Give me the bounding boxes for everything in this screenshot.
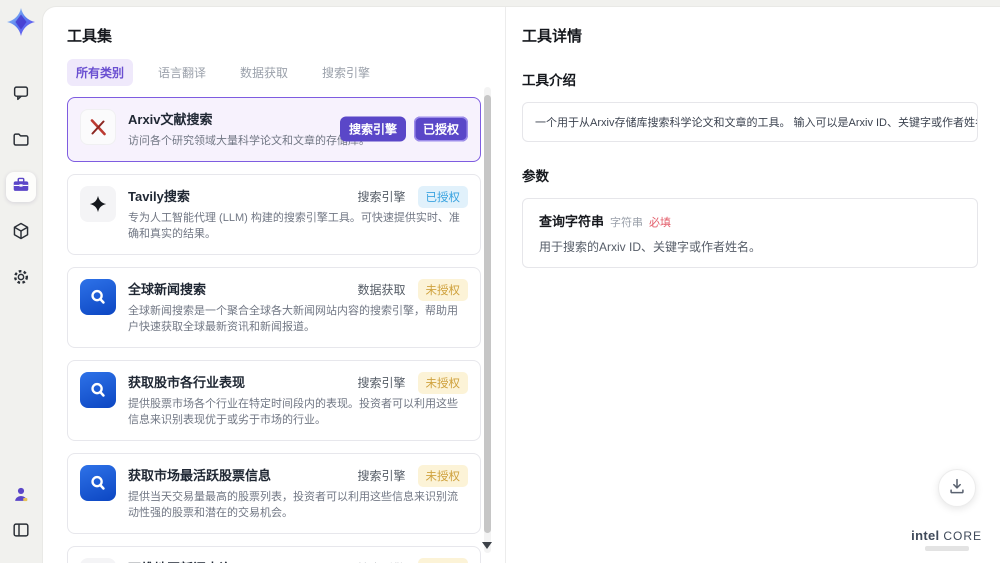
category-label: 搜索引擎 bbox=[357, 376, 406, 390]
scrollbar-track[interactable] bbox=[484, 87, 491, 553]
toolbox-icon bbox=[11, 175, 31, 200]
category-tabs: 所有类别 语言翻译 数据获取 搜索引擎 bbox=[67, 59, 505, 86]
user-icon bbox=[11, 484, 31, 509]
sparkle-icon bbox=[80, 185, 116, 222]
search-blue-icon bbox=[80, 371, 116, 408]
tool-meta: 数据获取 未授权 bbox=[357, 278, 468, 301]
brand-intel: intel bbox=[911, 528, 940, 543]
param-name: 查询字符串 bbox=[539, 214, 605, 229]
tool-card-sector-performance[interactable]: 获取股市各行业表现 提供股票市场各个行业在特定时间段内的表现。投资者可以利用这些… bbox=[67, 359, 481, 441]
status-badge: 未授权 bbox=[417, 371, 468, 394]
page-title: 工具集 bbox=[67, 28, 113, 45]
tool-description: 提供当天交易量最高的股票列表，投资者可以利用这些信息来识别流动性强的股票和潜在的… bbox=[128, 490, 458, 520]
download-button[interactable] bbox=[938, 469, 976, 507]
sidebar-item-packages[interactable] bbox=[6, 218, 36, 248]
param-card: 查询字符串 字符串 必填 用于搜索的Arxiv ID、关键字或作者姓名。 bbox=[522, 198, 978, 268]
category-label: 搜索引擎 bbox=[357, 190, 406, 204]
tab-all-categories[interactable]: 所有类别 bbox=[67, 59, 134, 86]
brand-core: CORE bbox=[943, 529, 982, 543]
tab-language-translation[interactable]: 语言翻译 bbox=[149, 59, 215, 86]
chat-icon bbox=[11, 83, 31, 108]
intel-core-logo: intel CORE bbox=[911, 528, 982, 551]
tool-description: 专为人工智能代理 (LLM) 构建的搜索引擎工具。可快速提供实时、准确和真实的结… bbox=[128, 211, 460, 241]
tool-card-arxiv[interactable]: Arxiv文献搜索 访问各个研究领域大量科学论文和文章的存储库。 搜索引擎 已授… bbox=[67, 97, 481, 162]
download-icon bbox=[947, 476, 967, 501]
tool-card-regional-news[interactable]: 万维地区新闻查询 查询具体行政区划内的新闻，快速了解各地新闻动 搜索引擎 未授权 bbox=[67, 545, 481, 563]
tool-meta: 搜索引擎 未授权 bbox=[357, 464, 468, 487]
status-badge: 已授权 bbox=[413, 116, 468, 142]
status-badge: 已授权 bbox=[417, 185, 468, 208]
tool-card-global-news[interactable]: 全球新闻搜索 全球新闻搜索是一个聚合全球各大新闻网站内容的搜索引擎，帮助用户快速… bbox=[67, 266, 481, 348]
tool-description: 提供股票市场各个行业在特定时间段内的表现。投资者可以利用这些信息来识别表现优于或… bbox=[128, 397, 458, 427]
scroll-down-arrow-icon[interactable] bbox=[482, 542, 492, 549]
category-badge: 搜索引擎 bbox=[339, 116, 406, 142]
sidebar-item-account[interactable] bbox=[6, 481, 36, 511]
param-required-label: 必填 bbox=[649, 217, 672, 229]
tool-card-active-stocks[interactable]: 获取市场最活跃股票信息 提供当天交易量最高的股票列表，投资者可以利用这些信息来识… bbox=[67, 452, 481, 534]
search-blue-icon bbox=[80, 278, 116, 315]
status-badge: 未授权 bbox=[417, 464, 468, 487]
tool-detail-pane: 工具详情 工具介绍 一个用于从Arxiv存储库搜索科学论文和文章的工具。 输入可… bbox=[505, 7, 1000, 563]
app-logo bbox=[7, 8, 35, 36]
tool-list: Arxiv文献搜索 访问各个研究领域大量科学论文和文章的存储库。 搜索引擎 已授… bbox=[67, 97, 481, 563]
tool-meta: 搜索引擎 已授权 bbox=[339, 116, 468, 142]
tool-meta: 搜索引擎 已授权 bbox=[357, 185, 468, 208]
gear-icon bbox=[11, 267, 31, 292]
category-label: 数据获取 bbox=[357, 283, 406, 297]
tool-meta: 搜索引擎 未授权 bbox=[357, 371, 468, 394]
category-label: 搜索引擎 bbox=[357, 469, 406, 483]
tool-card-tavily[interactable]: Tavily搜索 专为人工智能代理 (LLM) 构建的搜索引擎工具。可快速提供实… bbox=[67, 173, 481, 255]
tool-meta: 搜索引擎 未授权 bbox=[357, 557, 468, 563]
tool-list-pane: 工具集 所有类别 语言翻译 数据获取 搜索引擎 Arxiv文献搜索 访问各个研究… bbox=[43, 7, 505, 563]
tool-description: 全球新闻搜索是一个聚合全球各大新闻网站内容的搜索引擎，帮助用户快速获取全球最新资… bbox=[128, 304, 458, 334]
params-heading: 参数 bbox=[522, 169, 549, 184]
status-badge: 未授权 bbox=[417, 557, 468, 563]
sidebar-item-chat[interactable] bbox=[6, 80, 36, 110]
cube-icon bbox=[11, 221, 31, 246]
folder-icon bbox=[11, 129, 31, 154]
newspaper-icon bbox=[80, 557, 116, 563]
arxiv-icon bbox=[80, 109, 116, 145]
scrollbar-thumb[interactable] bbox=[484, 95, 491, 533]
sidebar-item-settings[interactable] bbox=[6, 264, 36, 294]
param-description: 用于搜索的Arxiv ID、关键字或作者姓名。 bbox=[539, 240, 762, 254]
param-type: 字符串 bbox=[610, 217, 644, 229]
detail-title: 工具详情 bbox=[522, 28, 583, 45]
panel-toggle-icon bbox=[11, 520, 31, 545]
intro-box: 一个用于从Arxiv存储库搜索科学论文和文章的工具。 输入可以是Arxiv ID… bbox=[522, 102, 978, 142]
tab-search-engine[interactable]: 搜索引擎 bbox=[313, 59, 379, 86]
brand-subtext bbox=[924, 546, 969, 551]
tab-data-fetch[interactable]: 数据获取 bbox=[231, 59, 297, 86]
status-badge: 未授权 bbox=[417, 278, 468, 301]
intro-heading: 工具介绍 bbox=[522, 73, 576, 88]
sidebar-item-files[interactable] bbox=[6, 126, 36, 156]
sidebar-item-collapse[interactable] bbox=[6, 517, 36, 547]
search-blue-icon bbox=[80, 464, 116, 501]
main-content: 工具集 所有类别 语言翻译 数据获取 搜索引擎 Arxiv文献搜索 访问各个研究… bbox=[42, 6, 1000, 563]
sidebar-item-tools[interactable] bbox=[6, 172, 36, 202]
left-rail bbox=[0, 0, 42, 563]
